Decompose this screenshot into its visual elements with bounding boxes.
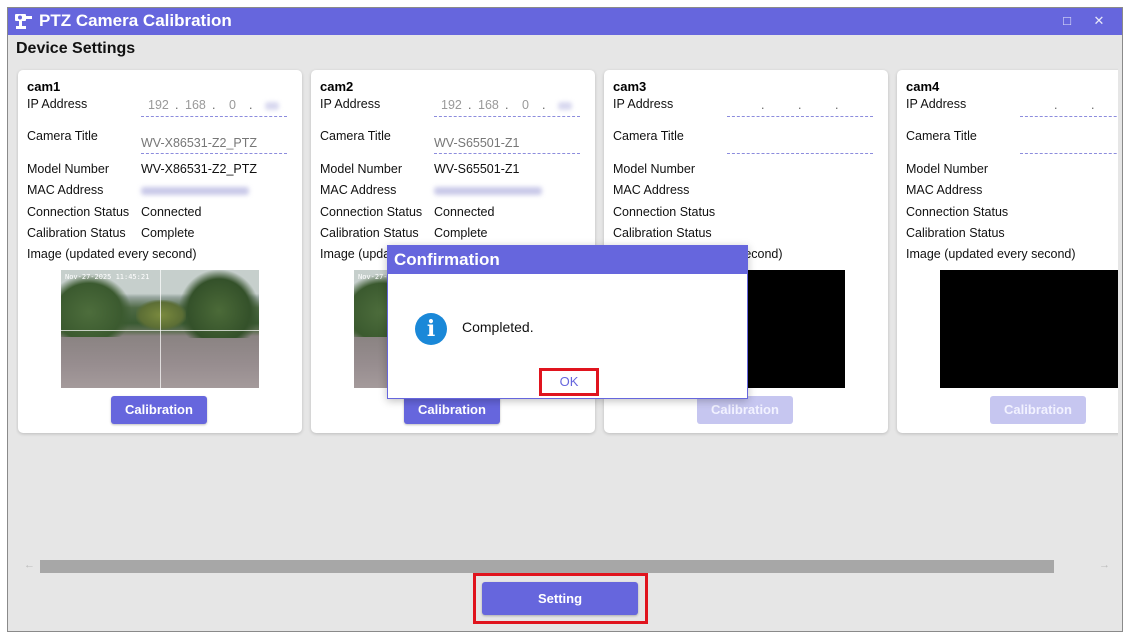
model-number-label: Model Number [906, 162, 988, 176]
camera-name: cam3 [613, 79, 647, 94]
mac-address-label: MAC Address [27, 183, 104, 197]
image-foliage [179, 270, 259, 338]
model-number-value: WV-X86531-Z2_PTZ [141, 162, 258, 176]
crosshair-line [160, 270, 161, 388]
calibration-button[interactable]: Calibration [697, 396, 793, 424]
image-foliage [61, 275, 131, 337]
image-timestamp: Nov-27-2025 11:45:21 [65, 273, 150, 281]
model-number-label: Model Number [320, 162, 402, 176]
ip-separator: . [249, 98, 253, 112]
calibration-status-label: Calibration Status [613, 226, 712, 240]
mac-address-label: MAC Address [320, 183, 397, 197]
calibration-button[interactable]: Calibration [111, 396, 207, 424]
calibration-status-value: Complete [434, 226, 488, 240]
ip-separator: . [761, 98, 765, 112]
ip-address-input[interactable]: . . . [727, 96, 873, 117]
ip-address-input[interactable]: . . . [1020, 96, 1118, 117]
ip-address-label: IP Address [613, 97, 674, 111]
connection-status-label: Connection Status [320, 205, 423, 219]
mac-address-redacted [141, 187, 249, 195]
calibration-status-label: Calibration Status [320, 226, 419, 240]
mac-address-label: MAC Address [613, 183, 690, 197]
ip-address-label: IP Address [27, 97, 88, 111]
ip-separator: . [542, 98, 546, 112]
calibration-status-label: Calibration Status [906, 226, 1005, 240]
camera-title-input[interactable]: WV-S65501-Z1 [434, 130, 580, 154]
image-label: Image (updated every second) [906, 247, 1076, 261]
ip-separator: . [212, 98, 216, 112]
scrollbar-thumb[interactable] [40, 560, 1054, 573]
calibration-status-value: Complete [141, 226, 195, 240]
model-number-label: Model Number [613, 162, 695, 176]
window-title: PTZ Camera Calibration [39, 11, 232, 30]
model-number-value: WV-S65501-Z1 [434, 162, 520, 176]
dialog-title: Confirmation [388, 246, 747, 274]
ok-button[interactable]: OK [542, 371, 596, 393]
scroll-left-icon[interactable]: ← [24, 559, 35, 571]
dialog-message: Completed. [462, 319, 534, 335]
camera-name: cam1 [27, 79, 61, 94]
camera-name: cam4 [906, 79, 940, 94]
title-bar[interactable]: PTZ Camera Calibration □ ✕ [8, 8, 1122, 35]
scroll-right-icon[interactable]: → [1099, 559, 1110, 571]
calibration-status-label: Calibration Status [27, 226, 126, 240]
camera-title-input[interactable]: WV-X86531-Z2_PTZ [141, 130, 287, 154]
camera-title-label: Camera Title [613, 129, 684, 143]
ip-address-input[interactable]: 192 . 168 . 0 . [434, 96, 580, 117]
ip-separator: . [175, 98, 179, 112]
camera-image [940, 270, 1118, 388]
ip-separator: . [1054, 98, 1058, 112]
ip-separator: . [835, 98, 839, 112]
connection-status-label: Connection Status [906, 205, 1009, 219]
camera-title-label: Camera Title [27, 129, 98, 143]
camera-name: cam2 [320, 79, 354, 94]
ip-separator: . [505, 98, 509, 112]
camera-card-cam1: cam1 IP Address 192 . 168 . 0 . Camera T… [18, 70, 302, 433]
connection-status-value: Connected [434, 205, 495, 219]
ip-octet-1[interactable]: 192 [148, 98, 169, 112]
model-number-label: Model Number [27, 162, 109, 176]
confirmation-dialog: Confirmation i Completed. OK [387, 245, 748, 399]
ip-octet-2[interactable]: 168 [478, 98, 499, 112]
ip-octet-3[interactable]: 0 [229, 98, 236, 112]
ip-octet-4-redacted[interactable] [265, 102, 279, 110]
ip-address-label: IP Address [320, 97, 381, 111]
calibration-button[interactable]: Calibration [990, 396, 1086, 424]
camera-image: Nov-27-2025 11:45:21 [61, 270, 259, 388]
maximize-icon[interactable]: □ [1058, 13, 1076, 29]
camera-title-label: Camera Title [906, 129, 977, 143]
setting-button[interactable]: Setting [482, 582, 638, 615]
mac-address-label: MAC Address [906, 183, 983, 197]
calibration-button[interactable]: Calibration [404, 396, 500, 424]
connection-status-label: Connection Status [613, 205, 716, 219]
app-camera-icon [15, 14, 32, 29]
crosshair-line [61, 330, 259, 331]
ip-separator: . [1091, 98, 1095, 112]
camera-card-cam4: cam4 IP Address . . . Camera Title Model… [897, 70, 1118, 433]
section-header: Device Settings [16, 40, 136, 57]
ip-address-input[interactable]: 192 . 168 . 0 . [141, 96, 287, 117]
ip-octet-1[interactable]: 192 [441, 98, 462, 112]
ip-octet-4-redacted[interactable] [558, 102, 572, 110]
camera-title-input[interactable] [727, 130, 873, 154]
ip-separator: . [798, 98, 802, 112]
image-foliage [136, 300, 186, 330]
ip-separator: . [468, 98, 472, 112]
ip-address-label: IP Address [906, 97, 967, 111]
mac-address-redacted [434, 187, 542, 195]
ip-octet-2[interactable]: 168 [185, 98, 206, 112]
image-label: Image (updated every second) [27, 247, 197, 261]
info-icon: i [415, 313, 447, 345]
close-icon[interactable]: ✕ [1090, 13, 1108, 29]
camera-title-label: Camera Title [320, 129, 391, 143]
connection-status-label: Connection Status [27, 205, 130, 219]
connection-status-value: Connected [141, 205, 202, 219]
ip-octet-3[interactable]: 0 [522, 98, 529, 112]
camera-title-input[interactable] [1020, 130, 1118, 154]
